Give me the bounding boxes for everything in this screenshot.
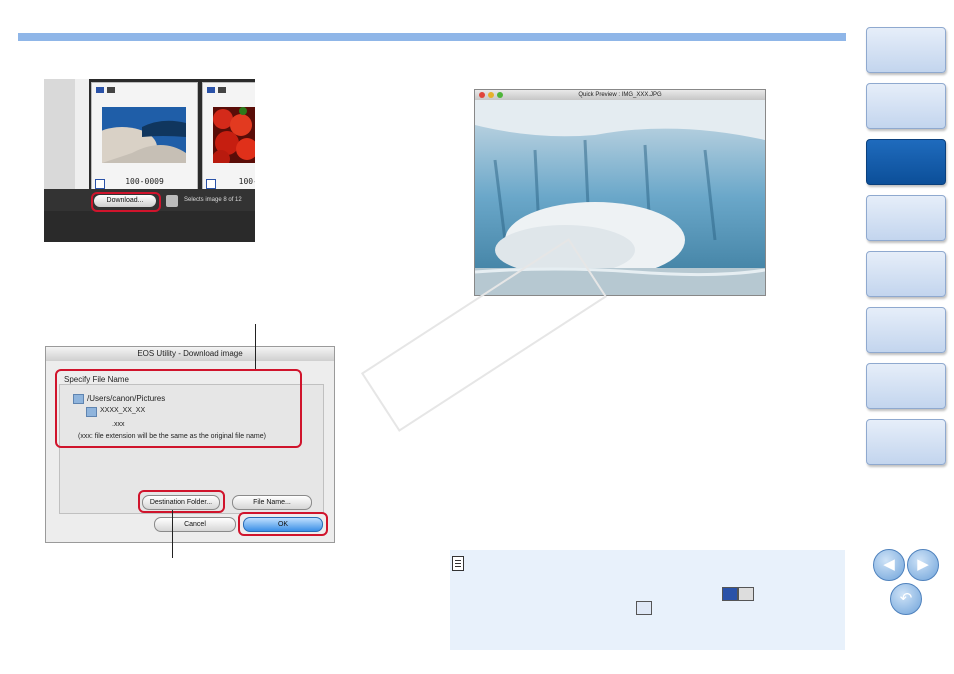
trash-icon[interactable] xyxy=(166,195,178,207)
nav-tab-6[interactable] xyxy=(866,307,946,353)
selection-status: Selects image 8 of 12 xyxy=(184,197,242,203)
thumbnail-item[interactable]: 100-0009 xyxy=(87,82,198,190)
ok-highlight xyxy=(238,512,328,536)
raw-icon xyxy=(207,87,215,93)
window-title: Quick Preview : IMG_XXX.JPG xyxy=(475,90,765,100)
thumbnail-item[interactable]: 100-000 xyxy=(202,82,255,190)
minimize-icon[interactable] xyxy=(488,92,494,98)
nav-tab-8[interactable] xyxy=(866,419,946,465)
download-highlight xyxy=(91,192,161,212)
destination-highlight xyxy=(138,490,225,513)
nav-tab-5[interactable] xyxy=(866,251,946,297)
checkbox-icon xyxy=(636,601,652,615)
thumbnail-window-screenshot: 100-0009 100-000 Download... Selects ima… xyxy=(44,79,255,242)
file-name-button[interactable]: File Name... xyxy=(232,495,312,510)
cancel-button[interactable]: Cancel xyxy=(154,517,236,532)
type-icon xyxy=(107,87,115,93)
memo-box xyxy=(450,550,845,650)
return-icon[interactable]: ↶ xyxy=(890,583,922,615)
raw-icon xyxy=(96,87,104,93)
memo-icon xyxy=(452,556,464,571)
quick-preview-window: Quick Preview : IMG_XXX.JPG xyxy=(474,89,766,296)
nav-tab-7[interactable] xyxy=(866,363,946,409)
nav-tab-4[interactable] xyxy=(866,195,946,241)
zoom-icon[interactable] xyxy=(497,92,503,98)
thumbnail-caption: 100-000 xyxy=(238,177,255,186)
preview-image xyxy=(475,100,765,295)
dialog-title: EOS Utility - Download image xyxy=(46,347,334,361)
nav-tab-2[interactable] xyxy=(866,83,946,129)
next-page-icon[interactable]: ▶ xyxy=(907,549,939,581)
callout-line xyxy=(172,510,173,558)
prev-page-icon[interactable]: ◀ xyxy=(873,549,905,581)
file-name-highlight xyxy=(55,369,302,448)
callout-line xyxy=(255,324,256,369)
close-icon[interactable] xyxy=(479,92,485,98)
thumbnail-toggle-icon xyxy=(738,587,754,601)
thumbnail-image xyxy=(87,107,186,167)
nav-tab-3-active[interactable] xyxy=(866,139,946,185)
thumbnail-image xyxy=(212,107,255,168)
nav-tab-1[interactable] xyxy=(866,27,946,73)
header-accent-bar xyxy=(18,33,846,41)
checkbox-icon xyxy=(722,587,738,601)
type-icon xyxy=(218,87,226,93)
thumbnail-caption: 100-0009 xyxy=(125,177,164,186)
